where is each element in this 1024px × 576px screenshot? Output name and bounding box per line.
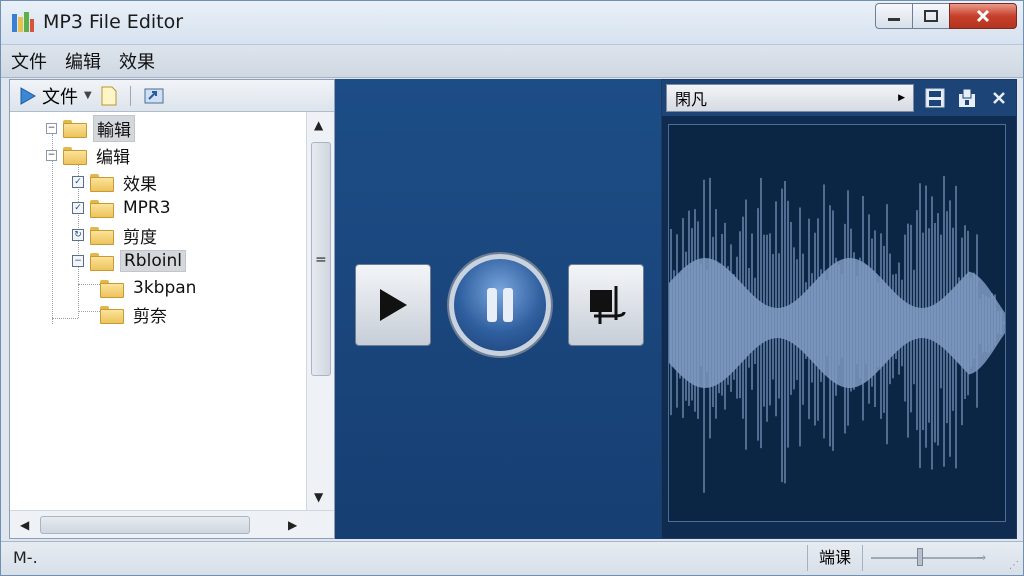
menu-edit[interactable]: 编辑	[65, 48, 101, 74]
collapse-icon[interactable]: −	[46, 149, 57, 161]
checkbox[interactable]: ✓	[72, 202, 84, 214]
chevron-right-icon: ▶	[898, 93, 905, 103]
new-file-icon[interactable]	[100, 86, 118, 106]
folder-icon	[90, 174, 114, 192]
minimize-icon	[888, 18, 900, 21]
horizontal-scrollbar[interactable]: ◀ ▶	[10, 510, 334, 538]
tree-item-label: MPR3	[123, 198, 171, 218]
play-file-icon[interactable]	[18, 86, 38, 106]
stop-edit-icon	[590, 286, 626, 324]
scroll-down-icon[interactable]: ▼	[314, 490, 323, 504]
menu-file[interactable]: 文件	[11, 48, 47, 74]
tree-item-label: 编辑	[96, 147, 130, 168]
close-icon	[993, 92, 1005, 104]
waveform-select[interactable]: 閑凡 ▶	[666, 84, 914, 112]
scroll-thumb[interactable]	[40, 516, 250, 534]
collapse-icon[interactable]: −	[46, 122, 57, 134]
folder-icon	[90, 227, 114, 245]
tree-item-label: 3kbpan	[133, 278, 197, 298]
file-dropdown-label[interactable]: 文件	[42, 83, 78, 109]
checkbox[interactable]: −	[72, 255, 84, 267]
folder-icon	[63, 147, 87, 165]
zoom-slider[interactable]	[871, 557, 983, 559]
tree-item-label: 剪度	[123, 227, 157, 248]
grip-icon: =	[315, 252, 327, 268]
app-window: MP3 File Editor 文件 编辑 效果 文件 ▼ − 輸辑 − 编辑 …	[0, 0, 1024, 576]
arrow-right-icon: →	[977, 551, 987, 564]
scroll-left-icon[interactable]: ◀	[20, 518, 29, 532]
checkbox[interactable]: ↻	[72, 229, 84, 241]
scroll-right-icon[interactable]: ▶	[288, 518, 297, 532]
waveform-panel: 閑凡 ▶	[661, 79, 1017, 539]
play-icon	[380, 289, 407, 321]
import-icon[interactable]	[143, 86, 165, 106]
status-segment: 端课	[807, 545, 863, 571]
folder-icon	[63, 120, 87, 138]
file-browser-panel: 文件 ▼ − 輸辑 − 编辑 ✓ 效果 ✓ MPR3 ↻ 剪度 − Rbloin…	[9, 79, 335, 539]
pause-icon	[487, 288, 513, 322]
waveform-header: 閑凡 ▶	[662, 80, 1016, 116]
tree-item[interactable]: ✓ MPR3	[72, 196, 174, 220]
tree-item[interactable]: − 编辑	[46, 143, 133, 168]
tree-item-label: 剪奈	[133, 306, 167, 327]
window-title: MP3 File Editor	[43, 11, 184, 33]
file-browser-toolbar: 文件 ▼	[10, 80, 334, 112]
close-panel-button[interactable]	[988, 87, 1010, 109]
app-icon	[12, 12, 34, 32]
folder-icon	[100, 306, 124, 324]
tree-guide	[52, 318, 78, 319]
maximize-button[interactable]	[912, 3, 950, 29]
folder-icon	[90, 253, 114, 271]
pause-button[interactable]	[449, 254, 551, 356]
toolbar-divider	[129, 85, 131, 106]
tree-item-label: 輸辑	[93, 114, 135, 142]
export-button[interactable]	[956, 87, 978, 109]
zoom-slider-thumb[interactable]	[917, 548, 923, 566]
folder-tree: − 輸辑 − 编辑 ✓ 效果 ✓ MPR3 ↻ 剪度 − Rbloinl 3kb…	[10, 112, 306, 510]
scroll-up-icon[interactable]: ▲	[314, 118, 323, 132]
waveform-select-value: 閑凡	[675, 90, 708, 109]
tree-item[interactable]: 剪奈	[100, 302, 170, 327]
tree-item[interactable]: ✓ 效果	[72, 170, 160, 195]
save-button[interactable]	[924, 87, 946, 109]
tree-guide	[78, 284, 100, 285]
tree-item[interactable]: 3kbpan	[100, 276, 199, 300]
close-button[interactable]	[949, 3, 1017, 29]
save-icon	[925, 88, 945, 108]
export-icon	[959, 88, 975, 107]
menu-effects[interactable]: 效果	[119, 48, 155, 74]
tree-item[interactable]: − 輸辑	[46, 114, 135, 142]
chevron-down-icon[interactable]: ▼	[84, 90, 92, 101]
checkbox[interactable]: ✓	[72, 176, 84, 188]
close-icon	[976, 9, 990, 23]
tree-item-label: 效果	[123, 174, 157, 195]
tree-item[interactable]: − Rbloinl	[72, 249, 186, 273]
folder-icon	[100, 280, 124, 298]
play-button[interactable]	[355, 264, 431, 346]
maximize-icon	[924, 10, 938, 22]
resize-grip-icon[interactable]: ⋰	[1009, 560, 1019, 571]
stop-edit-button[interactable]	[568, 264, 644, 346]
menu-bar: 文件 编辑 效果	[1, 45, 1023, 78]
status-text: M-.	[13, 548, 38, 567]
waveform-graphic	[669, 175, 1005, 493]
vertical-scrollbar[interactable]: ▲ = ▼	[306, 112, 334, 510]
waveform-display[interactable]	[668, 124, 1006, 522]
tree-guide	[78, 311, 100, 312]
status-bar: M-. 端课 → ⋰	[1, 541, 1023, 575]
folder-icon	[90, 200, 114, 218]
tree-item-label: Rbloinl	[120, 250, 186, 272]
player-panel	[335, 79, 661, 539]
title-bar[interactable]: MP3 File Editor	[1, 1, 1023, 45]
minimize-button[interactable]	[875, 3, 913, 29]
tree-item[interactable]: ↻ 剪度	[72, 223, 160, 248]
